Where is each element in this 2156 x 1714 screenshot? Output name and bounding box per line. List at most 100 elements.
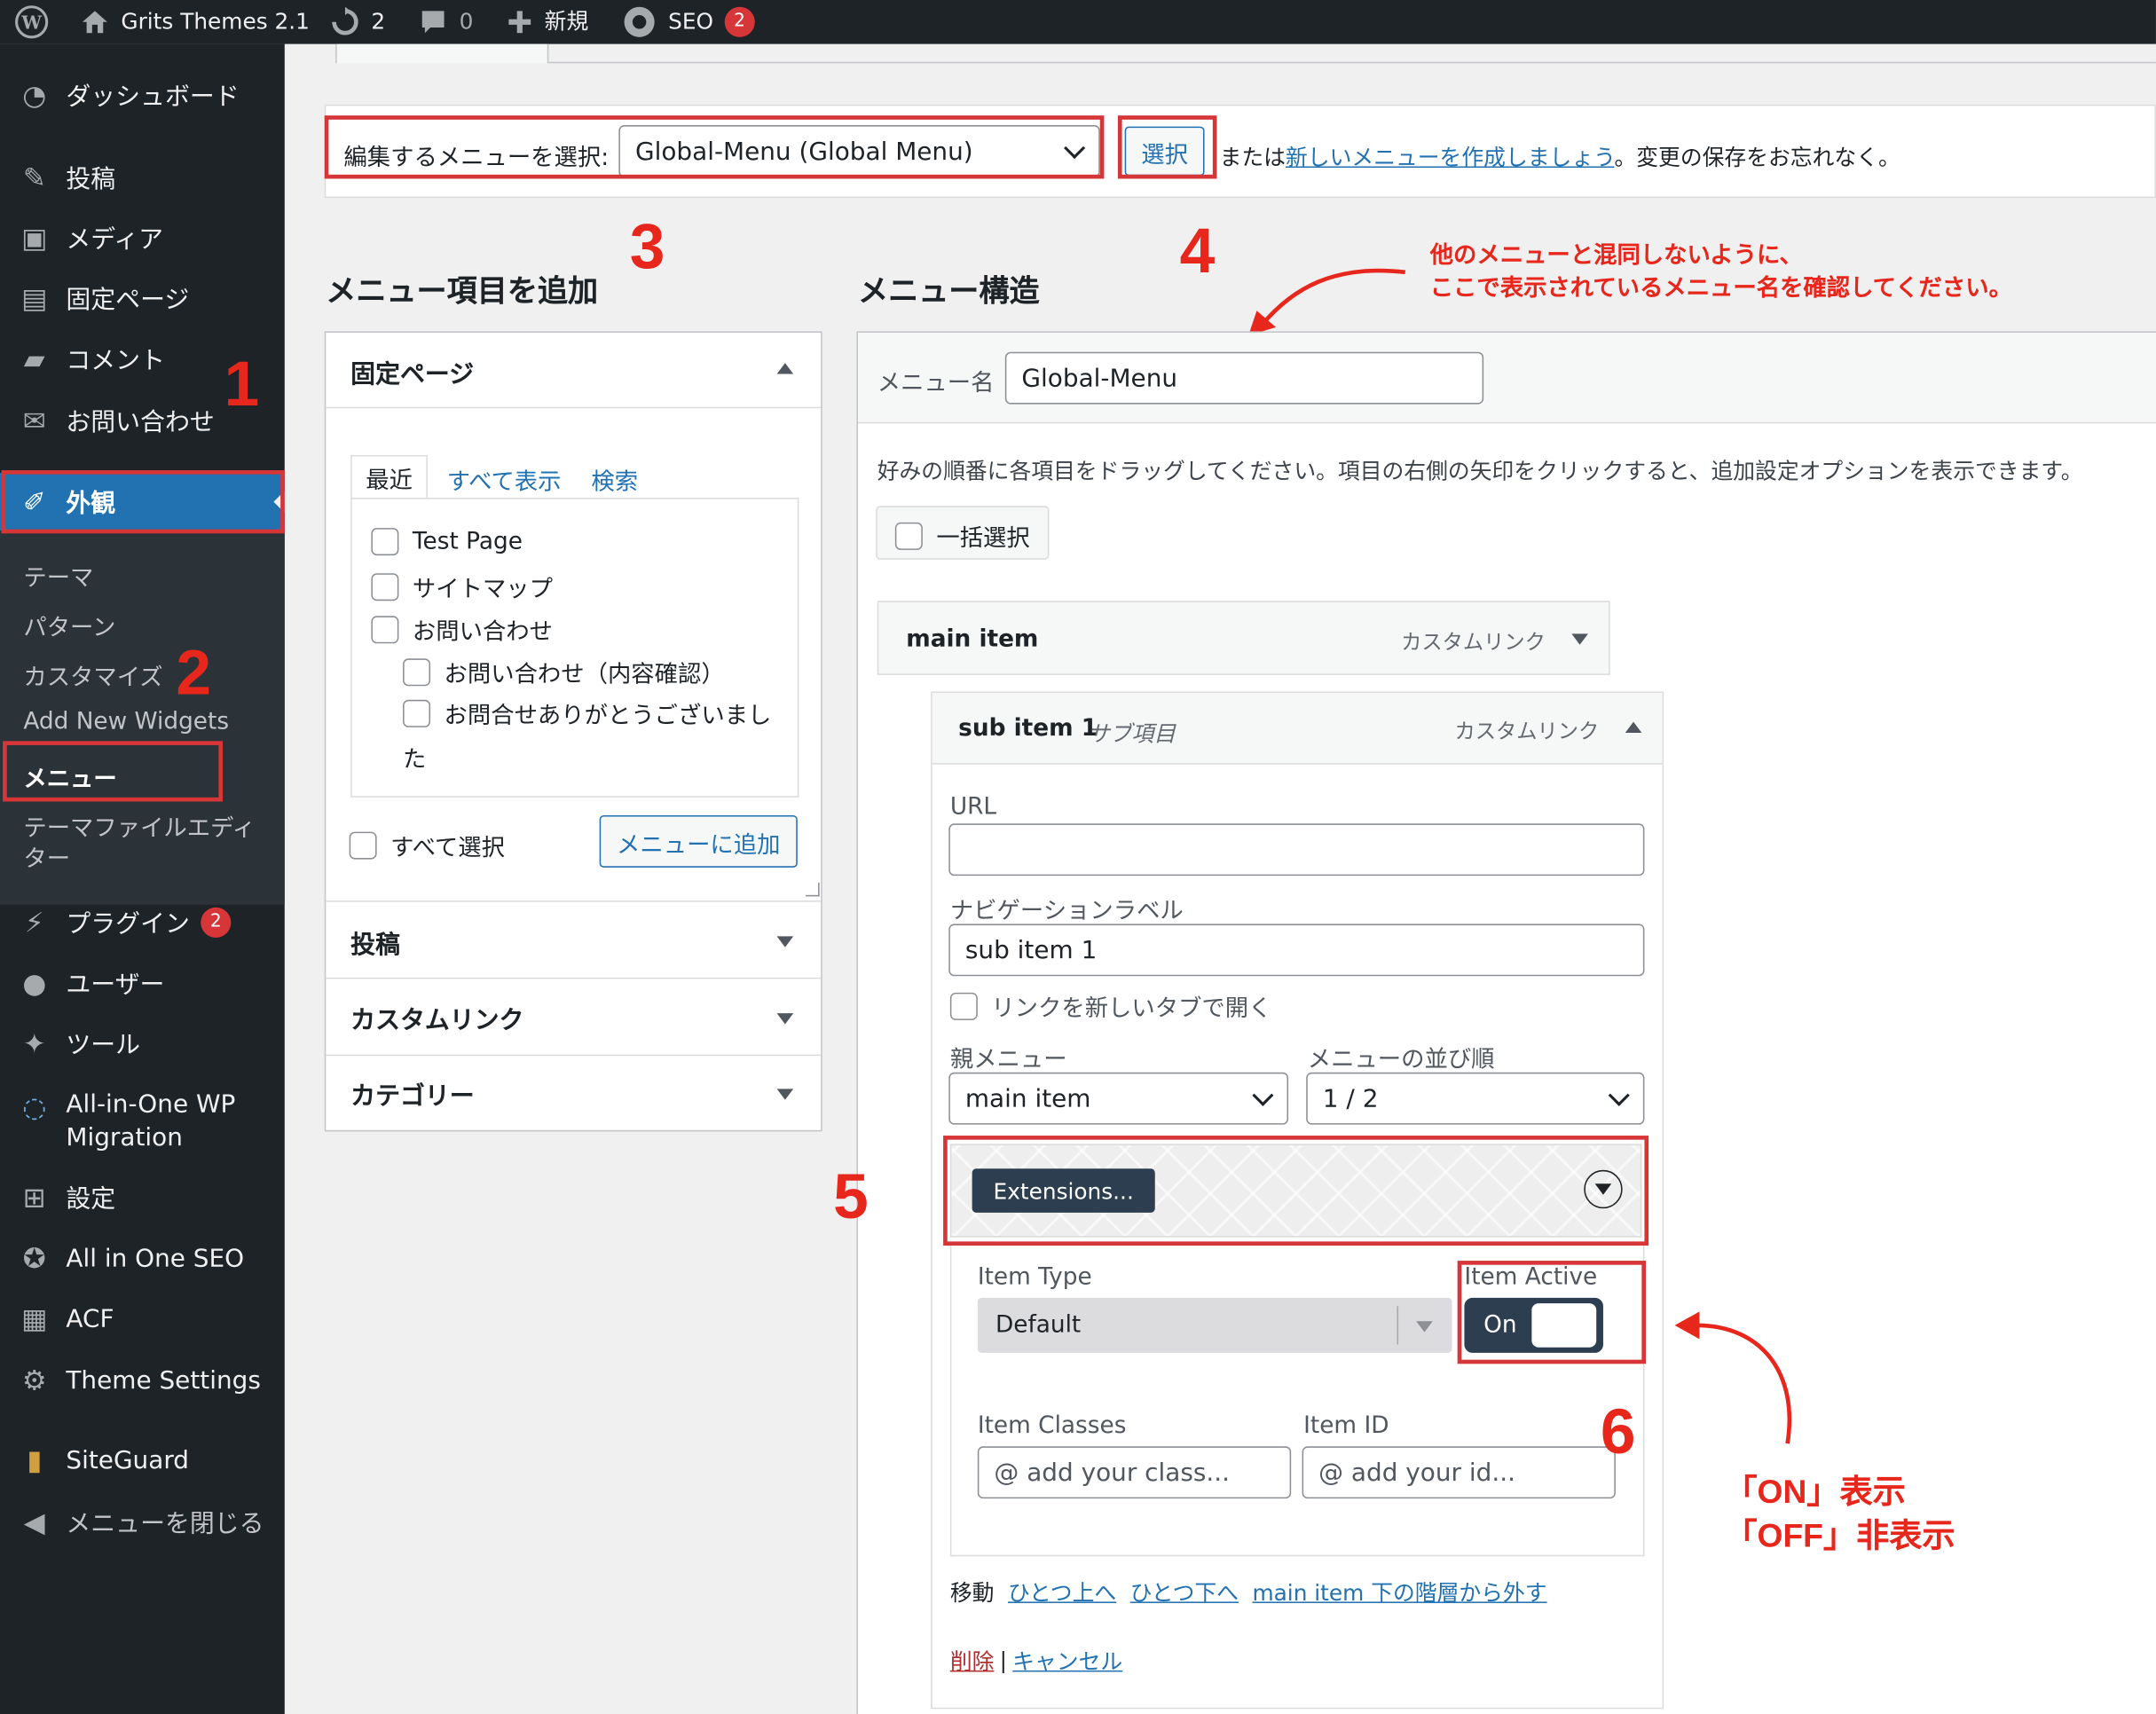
menu-item-sub-header[interactable]: sub item 1 サブ項目 カスタムリンク [932, 693, 1663, 765]
category-section-header[interactable]: カテゴリー [326, 1054, 822, 1130]
menu-name-note: 他のメニューと混同しないように、 ここで表示されているメニュー名を確認してくださ… [1430, 240, 2012, 305]
select-all-row[interactable]: すべて選択 [349, 828, 505, 862]
delete-link[interactable]: 削除 [950, 1643, 995, 1676]
collapse-menu[interactable]: ◀ メニューを閉じる [0, 1504, 285, 1539]
submenu-patterns[interactable]: パターン [23, 608, 115, 642]
item-type-value: Default [995, 1311, 1082, 1340]
toggle-arrow-icon[interactable] [1571, 633, 1588, 645]
pin-icon: ✎ [22, 161, 46, 194]
cancel-link[interactable]: キャンセル [1012, 1643, 1122, 1676]
checkbox[interactable] [349, 830, 377, 859]
checkbox[interactable] [894, 522, 923, 550]
user-icon: ● [22, 966, 47, 1000]
menu-pages[interactable]: ▤ 固定ページ [0, 280, 285, 316]
menu-label: メディア [66, 225, 164, 255]
step-number-3: 3 [629, 210, 665, 282]
menu-media[interactable]: ▣ メディア [0, 220, 285, 256]
add-to-menu-button[interactable]: メニューに追加 [599, 814, 798, 868]
resize-handle[interactable] [806, 882, 820, 897]
menu-settings[interactable]: ⊞ 設定 [0, 1180, 285, 1215]
menu-label: ツール [66, 1031, 141, 1060]
nav-label-input[interactable]: sub item 1 [948, 924, 1645, 977]
mail-icon: ✉ [22, 404, 46, 437]
siteguard-icon: ▮ [27, 1443, 43, 1477]
checkbox[interactable] [949, 992, 978, 1020]
submenu-widgets[interactable]: Add New Widgets [23, 708, 229, 735]
checkbox[interactable] [371, 615, 399, 643]
seo-label: SEO [668, 8, 714, 35]
menu-structure-heading: メニュー構造 [858, 274, 1040, 310]
new-tab-label: リンクを新しいタブで開く [991, 995, 1272, 1023]
page-item[interactable]: お問合せありがとうございまし [403, 696, 771, 730]
seo-badge: 2 [724, 6, 755, 37]
menu-theme-settings[interactable]: ⚙ Theme Settings [0, 1363, 285, 1398]
expand-down-icon [776, 936, 794, 947]
menu-plugins[interactable]: ⚡ プラグイン 2 [0, 905, 285, 940]
item-id-input[interactable]: @ add your id... [1302, 1446, 1616, 1499]
updates-link[interactable]: 2 [330, 0, 385, 44]
collapse-up-icon [776, 363, 794, 374]
comments-link[interactable]: 0 [418, 0, 473, 44]
create-menu-link[interactable]: 新しいメニューを作成しましょう [1286, 145, 1614, 170]
seo-link[interactable]: SEO 2 [621, 0, 755, 44]
item-classes-input[interactable]: @ add your class... [977, 1446, 1292, 1499]
checkbox[interactable] [371, 528, 399, 556]
move-down-link[interactable]: ひとつ下へ [1130, 1574, 1239, 1607]
new-content-link[interactable]: 新規 [506, 0, 588, 44]
menu-dashboard[interactable]: ◔ ダッシュボード [0, 77, 285, 113]
section-title: カテゴリー [350, 1081, 475, 1112]
menu-order-select[interactable]: 1 / 2 [1306, 1072, 1645, 1125]
site-name-link[interactable]: Grits Themes 2.1 [80, 0, 310, 44]
section-title: 投稿 [350, 931, 400, 960]
plus-icon [508, 11, 531, 34]
menu-name-input[interactable]: Global-Menu [1004, 351, 1484, 405]
menu-posts[interactable]: ✎ 投稿 [0, 160, 285, 195]
page-label: お問い合わせ（内容確認） [444, 661, 725, 689]
url-input[interactable] [948, 823, 1645, 877]
submenu-themes[interactable]: テーマ [23, 558, 93, 593]
page-item[interactable]: サイトマップ [371, 570, 553, 603]
page-icon: ▤ [21, 281, 48, 315]
toggle-arrow-icon[interactable] [1625, 721, 1642, 733]
tab-recent[interactable]: 最近 [350, 454, 428, 499]
wordpress-logo[interactable]: W [13, 0, 49, 44]
tab-search[interactable]: 検索 [591, 462, 638, 496]
comment-icon [421, 11, 445, 34]
note-line-1: 他のメニューと混同しないように、 [1429, 241, 1803, 269]
menu-item-main[interactable]: main item カスタムリンク [877, 601, 1610, 675]
highlight-select-button [1117, 115, 1217, 179]
move-up-link[interactable]: ひとつ上へ [1008, 1574, 1116, 1607]
menu-aioseo[interactable]: ✪ All in One SEO [0, 1240, 285, 1276]
on-off-note: 「ON」表示 「OFF」非表示 [1724, 1471, 1955, 1559]
menu-label: 設定 [66, 1184, 116, 1215]
menu-item-title: main item [906, 625, 1039, 654]
move-out-link[interactable]: main item 下の階層から外す [1252, 1574, 1546, 1607]
parent-menu-select[interactable]: main item [948, 1072, 1289, 1125]
tab-view-all[interactable]: すべて表示 [447, 462, 562, 496]
bulk-select-row[interactable]: 一括選択 [894, 518, 1030, 553]
on-off-line-1: 「ON」表示 [1724, 1474, 1906, 1512]
checkbox[interactable] [403, 699, 431, 727]
menu-users[interactable]: ● ユーザー [0, 965, 285, 1001]
menu-acf[interactable]: ▦ ACF [0, 1301, 285, 1336]
posts-section-header[interactable]: 投稿 [326, 900, 822, 978]
menu-tools[interactable]: ✦ ツール [0, 1026, 285, 1061]
checkbox[interactable] [371, 572, 399, 601]
checkbox[interactable] [403, 657, 431, 686]
pages-section-header[interactable]: 固定ページ [326, 333, 822, 409]
new-tab-row[interactable]: リンクを新しいタブで開く [949, 988, 1272, 1023]
menu-label: メニューを閉じる [66, 1509, 264, 1539]
page-item[interactable]: お問い合わせ [371, 612, 553, 646]
menu-siteguard[interactable]: ▮ SiteGuard [0, 1443, 285, 1478]
page-item[interactable]: Test Page [371, 528, 523, 556]
custom-link-section-header[interactable]: カスタムリンク [326, 977, 822, 1055]
settings-icon: ⊞ [22, 1181, 46, 1215]
submenu-theme-editor[interactable]: テーマファイルエディ [23, 808, 256, 843]
menu-label: ACF [66, 1303, 114, 1333]
menu-item-title: sub item 1 [958, 714, 1098, 743]
page-item[interactable]: お問い合わせ（内容確認） [403, 655, 725, 689]
item-type-select[interactable]: Default [977, 1297, 1452, 1353]
move-links: 移動 ひとつ上へ ひとつ下へ main item 下の階層から外す [950, 1574, 1547, 1607]
menu-aio-migration[interactable]: ◌ All-in-One WP Migration [0, 1089, 285, 1154]
submenu-customize[interactable]: カスタマイズ [23, 657, 162, 692]
